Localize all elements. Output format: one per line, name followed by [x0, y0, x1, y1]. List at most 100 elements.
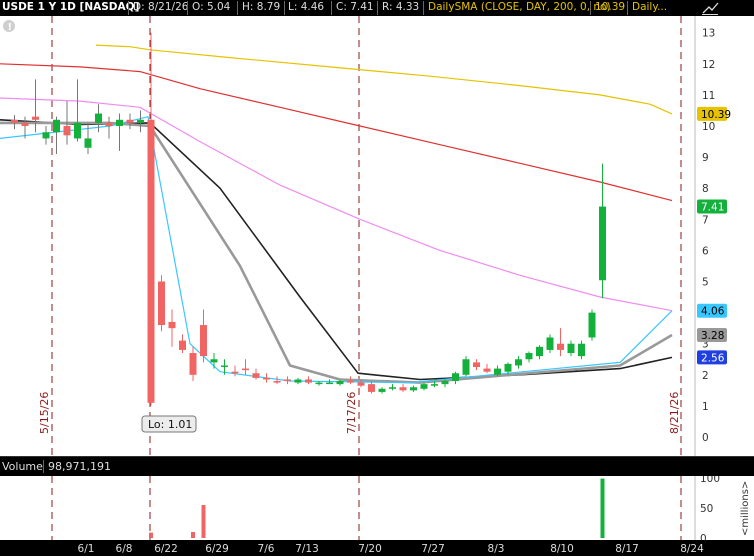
candle-body: [252, 373, 260, 378]
candle-body: [231, 371, 239, 374]
price-tick-label: 8: [702, 183, 709, 195]
candle-body: [221, 365, 228, 367]
candle-body: [515, 359, 522, 366]
date-value: D: 8/21/26: [133, 1, 189, 13]
candle-body: [21, 122, 29, 126]
volume-tick-label: 0: [700, 533, 707, 540]
low-value: L: 4.46: [288, 1, 325, 13]
time-axis-labels: 6/1 6/8 6/22 6/29 7/6 7/13 7/20 7/27 8/3 8/10 8/17…: [78, 543, 705, 555]
volume-chart[interactable]: 100 50 0 <millions>: [0, 476, 754, 540]
candle-body: [441, 381, 449, 385]
time-tick-label: 6/29: [205, 543, 229, 555]
candle-body: [210, 359, 218, 363]
plot-background: [0, 16, 695, 457]
candle-body: [399, 387, 407, 391]
time-tick-label: 8/10: [550, 543, 574, 555]
candle-body: [578, 343, 585, 357]
volume-value: 98,971,191: [48, 460, 111, 473]
candle-body: [63, 126, 71, 136]
candle-body: [504, 363, 512, 372]
price-tag-label: 4.06: [701, 306, 725, 318]
volume-tick-label: 50: [700, 503, 713, 515]
price-tick-label: 9: [702, 152, 709, 164]
chart-header: USDE 1 Y 1D [NASDAQ] D: 8/21/26 O: 5.04 …: [0, 0, 754, 16]
candle-body: [11, 119, 18, 123]
time-tick-label: 8/17: [615, 543, 639, 555]
candle-body: [494, 368, 501, 375]
range-value: R: 4.33: [382, 1, 420, 13]
price-tick-label: 5: [702, 277, 709, 289]
event-date-label: 5/15/26: [38, 392, 51, 434]
candle-body: [378, 388, 386, 392]
price-tick-label: 1: [702, 401, 709, 413]
time-axis[interactable]: 6/1 6/8 6/22 6/29 7/6 7/13 7/20 7/27 8/3 8/10 8/17…: [0, 540, 754, 556]
candle-body: [357, 382, 365, 386]
candle-body: [452, 373, 459, 382]
price-tick-label: 2: [702, 370, 709, 382]
candle-body: [336, 381, 344, 385]
event-date-label: 7/17/26: [345, 392, 358, 434]
candle-body: [74, 122, 81, 139]
price-tick-label: 7: [702, 214, 709, 226]
candle-body: [326, 382, 333, 385]
candle-body: [483, 368, 491, 372]
candle-body: [32, 116, 39, 120]
candle-body: [305, 379, 312, 383]
price-tag-label: 3.28: [701, 330, 724, 342]
candle-body: [420, 384, 428, 389]
candle-body: [294, 379, 302, 383]
drawing-tool-icon[interactable]: [700, 0, 720, 16]
time-tick-label: 8/3: [488, 543, 505, 555]
time-tick-label: 6/8: [116, 543, 133, 555]
candle-body: [242, 368, 249, 371]
candle-body: [525, 353, 533, 360]
candle-body: [95, 113, 102, 123]
candle-body: [557, 343, 564, 350]
price-tick-label: 10: [702, 121, 715, 133]
study-value: 10.39: [595, 1, 626, 13]
close-value: C: 7.41: [336, 1, 374, 13]
candle-body: [347, 381, 354, 383]
price-tag-label: 2.56: [701, 352, 725, 364]
price-chart[interactable]: 5/15/267/17/268/21/261312111098765432101…: [0, 16, 754, 457]
time-tick-label: 6/22: [154, 543, 178, 555]
volume-bar: [201, 505, 206, 538]
candle-body: [200, 325, 207, 357]
price-tick-label: 0: [702, 432, 709, 444]
symbol-label[interactable]: USDE 1 Y 1D [NASDAQ]: [2, 0, 139, 15]
more-studies[interactable]: Daily...: [632, 0, 667, 15]
candle-body: [389, 387, 396, 389]
candle-body: [315, 382, 323, 385]
volume-bar: [149, 532, 153, 538]
candle-body: [284, 379, 291, 382]
time-tick-label: 6/1: [78, 543, 95, 555]
candle-body: [273, 381, 281, 383]
candle-body: [588, 312, 596, 338]
candle-body: [368, 384, 375, 392]
candle-body: [263, 377, 270, 380]
volume-label: Volume: [2, 460, 43, 473]
price-axis-background: [695, 16, 754, 457]
open-value: O: 5.04: [192, 1, 231, 13]
volume-tick-label: 100: [700, 476, 720, 485]
candle-body: [546, 337, 554, 350]
time-tick-label: 8/24: [680, 543, 704, 555]
time-tick-label: 7/27: [421, 543, 445, 555]
price-tag-label: 7.41: [701, 202, 724, 214]
candle-body: [84, 138, 92, 148]
study-label[interactable]: DailySMA (CLOSE, DAY, 200, 0, no): [428, 0, 611, 15]
candle-body: [137, 119, 144, 123]
price-tick-label: 11: [702, 90, 715, 102]
candle-body: [599, 206, 606, 281]
volume-unit-label: <millions>: [740, 481, 751, 536]
candle-body: [168, 321, 176, 329]
candle-body: [147, 119, 155, 403]
candle-body: [116, 119, 123, 126]
candle-body: [179, 340, 186, 350]
candle-body: [126, 119, 134, 123]
candle-body: [158, 281, 165, 326]
price-tick-label: 12: [702, 59, 715, 71]
candle-body: [189, 353, 197, 375]
time-tick-label: 7/6: [258, 543, 275, 555]
high-value: H: 8.79: [242, 1, 281, 13]
